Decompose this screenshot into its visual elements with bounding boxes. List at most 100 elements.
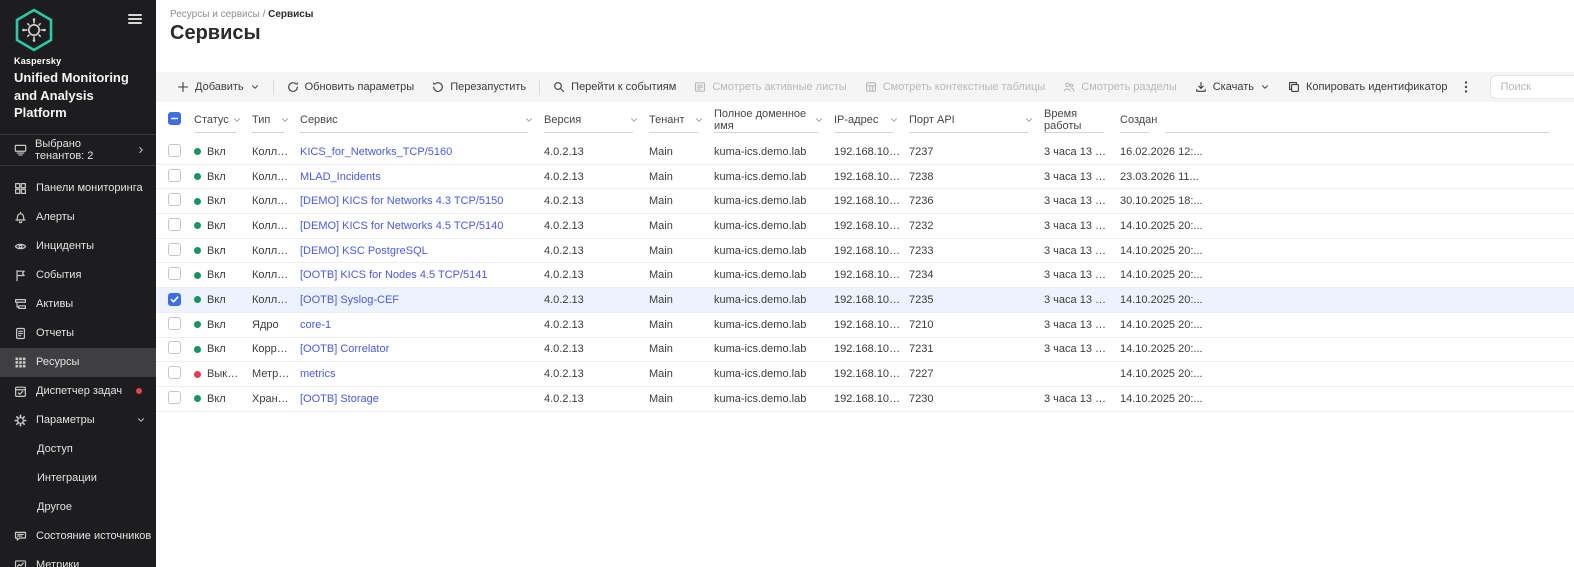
column-header-4[interactable]: Версия	[544, 112, 649, 133]
column-header-inner: Создан	[1120, 112, 1157, 127]
sidebar-item-settings-access[interactable]: Доступ	[0, 435, 156, 464]
toolbar-button-label: Добавить	[195, 81, 244, 93]
service-link[interactable]: KICS_for_Networks_TCP/5160	[300, 146, 452, 158]
row-checkbox[interactable]	[168, 144, 181, 157]
go-to-events-button[interactable]: Перейти к событиям	[544, 72, 685, 102]
sidebar-item-settings[interactable]: Параметры	[0, 406, 156, 435]
uptime-cell: 3 часа 13 минуты 12...	[1044, 294, 1120, 306]
refresh-params-button[interactable]: Обновить параметры	[278, 72, 424, 102]
table-row[interactable]: ВклКоллектор[OOTB] KICS for Nodes 4.5 TC…	[156, 263, 1574, 288]
row-checkbox[interactable]	[168, 341, 181, 354]
logo-row	[0, 0, 156, 52]
service-link[interactable]: [DEMO] KICS for Networks 4.5 TCP/5140	[300, 220, 503, 232]
port-cell: 7230	[909, 393, 1044, 405]
download-button[interactable]: Скачать	[1186, 72, 1279, 102]
restart-button[interactable]: Перезапустить	[423, 72, 535, 102]
row-checkbox[interactable]	[168, 391, 181, 404]
table-row[interactable]: ВклЯдроcore-14.0.2.13Mainkuma-ics.demo.l…	[156, 313, 1574, 338]
table-row[interactable]: ВыклМетрикиmetrics4.0.2.13Mainkuma-ics.d…	[156, 362, 1574, 387]
status-info-icon[interactable]	[238, 368, 249, 379]
sort-chevron-icon	[280, 115, 290, 125]
copy-id-button[interactable]: Копировать идентификатор	[1279, 72, 1457, 102]
main-area: Ресурсы и сервисы / Сервисы Сервисы Доба…	[156, 0, 1574, 567]
add-button[interactable]: Добавить	[168, 72, 269, 102]
sidebar-collapse-icon[interactable]	[126, 10, 144, 28]
port-cell: 7236	[909, 195, 1044, 207]
sidebar-item-resources[interactable]: Ресурсы	[0, 348, 156, 377]
table-row[interactable]: ВклХранилище[OOTB] Storage4.0.2.13Mainku…	[156, 387, 1574, 412]
sidebar-item-task-manager[interactable]: Диспетчер задач	[0, 377, 156, 406]
row-checkbox[interactable]	[168, 317, 181, 330]
sidebar-item-metrics[interactable]: Метрики	[0, 551, 156, 567]
row-select-cell	[168, 218, 194, 234]
tenant-selector[interactable]: Выбрано тенантов: 2	[0, 135, 156, 166]
service-link[interactable]: [OOTB] Syslog-CEF	[300, 294, 399, 306]
table-row[interactable]: ВклКоллекторKICS_for_Networks_TCP/51604.…	[156, 140, 1574, 165]
type-cell: Коррелятор	[252, 343, 300, 355]
status-label: Выкл	[207, 368, 238, 380]
row-checkbox[interactable]	[168, 243, 181, 256]
column-header-7[interactable]: IP-адрес	[834, 112, 909, 133]
service-link[interactable]: core-1	[300, 319, 331, 331]
column-header-label: Версия	[544, 114, 581, 126]
ip-cell: 192.168.100.99	[834, 146, 909, 158]
column-header-5[interactable]: Тенант	[649, 112, 714, 133]
port-cell: 7234	[909, 269, 1044, 281]
sidebar-item-settings-integrations[interactable]: Интеграции	[0, 464, 156, 493]
column-header-label: IP-адрес	[834, 114, 878, 126]
port-cell: 7235	[909, 294, 1044, 306]
status-label: Вкл	[207, 393, 226, 405]
select-all-checkbox[interactable]	[168, 112, 181, 125]
row-checkbox[interactable]	[168, 169, 181, 182]
column-header-1[interactable]: Статус	[194, 112, 252, 133]
sidebar-item-settings-other[interactable]: Другое	[0, 493, 156, 522]
eye-icon	[14, 240, 27, 253]
column-header-2[interactable]: Тип	[252, 112, 300, 133]
port-cell: 7237	[909, 146, 1044, 158]
row-checkbox[interactable]	[168, 218, 181, 231]
sidebar-item-events[interactable]: События	[0, 261, 156, 290]
column-underline	[1165, 132, 1550, 133]
port-cell: 7210	[909, 319, 1044, 331]
column-header-6[interactable]: Полное доменное имя	[714, 112, 834, 133]
sort-chevron-icon	[814, 115, 824, 125]
status-dot	[194, 148, 201, 155]
service-link[interactable]: MLAD_Incidents	[300, 171, 381, 183]
table-header: СтатусТипСервисВерсия ТенантПолное доменн…	[156, 108, 1574, 133]
search-input[interactable]	[1490, 75, 1574, 99]
column-header-8[interactable]: Порт API	[909, 112, 1044, 133]
sidebar-nav: Панели мониторингаАлертыИнцидентыСобытия…	[0, 166, 156, 567]
table-row[interactable]: ВклКоллектор[DEMO] KICS for Networks 4.5…	[156, 214, 1574, 239]
sidebar-item-dashboards[interactable]: Панели мониторинга	[0, 174, 156, 203]
service-link[interactable]: [DEMO] KSC PostgreSQL	[300, 245, 428, 257]
sidebar-item-assets[interactable]: Активы	[0, 290, 156, 319]
row-checkbox[interactable]	[168, 193, 181, 206]
sidebar-item-incidents[interactable]: Инциденты	[0, 232, 156, 261]
fqdn-cell: kuma-ics.demo.lab	[714, 343, 834, 355]
column-header-10[interactable]: Создан	[1120, 112, 1165, 133]
sidebar-item-source-status[interactable]: Состояние источников	[0, 522, 156, 551]
service-link[interactable]: [OOTB] Correlator	[300, 343, 389, 355]
table-row[interactable]: ВклКоррелятор[OOTB] Correlator4.0.2.13Ma…	[156, 338, 1574, 363]
sidebar-item-alerts[interactable]: Алерты	[0, 203, 156, 232]
table-row[interactable]: ВклКоллектор[DEMO] KICS for Networks 4.3…	[156, 189, 1574, 214]
restart-icon	[432, 81, 444, 93]
service-link[interactable]: [OOTB] Storage	[300, 393, 379, 405]
table-row[interactable]: ВклКоллекторMLAD_Incidents4.0.2.13Mainku…	[156, 165, 1574, 190]
service-link[interactable]: [OOTB] KICS for Nodes 4.5 TCP/5141	[300, 269, 488, 281]
type-cell: Коллектор	[252, 146, 300, 158]
column-header-3[interactable]: Сервис	[300, 112, 544, 133]
table-row[interactable]: ВклКоллектор[OOTB] Syslog-CEF4.0.2.13Mai…	[156, 288, 1574, 313]
table-row[interactable]: ВклКоллектор[DEMO] KSC PostgreSQL4.0.2.1…	[156, 239, 1574, 264]
row-checkbox[interactable]	[168, 366, 181, 379]
more-actions-button[interactable]	[1456, 75, 1476, 99]
sidebar-item-reports[interactable]: Отчеты	[0, 319, 156, 348]
service-link[interactable]: [DEMO] KICS for Networks 4.3 TCP/5150	[300, 195, 503, 207]
row-checkbox[interactable]	[168, 293, 181, 306]
breadcrumb-root[interactable]: Ресурсы и сервисы	[170, 9, 260, 20]
row-checkbox[interactable]	[168, 267, 181, 280]
service-link[interactable]: metrics	[300, 368, 335, 380]
column-header-9[interactable]: Время работы	[1044, 112, 1120, 133]
column-header-filler	[1165, 112, 1566, 133]
tenant-cell: Main	[649, 393, 714, 405]
